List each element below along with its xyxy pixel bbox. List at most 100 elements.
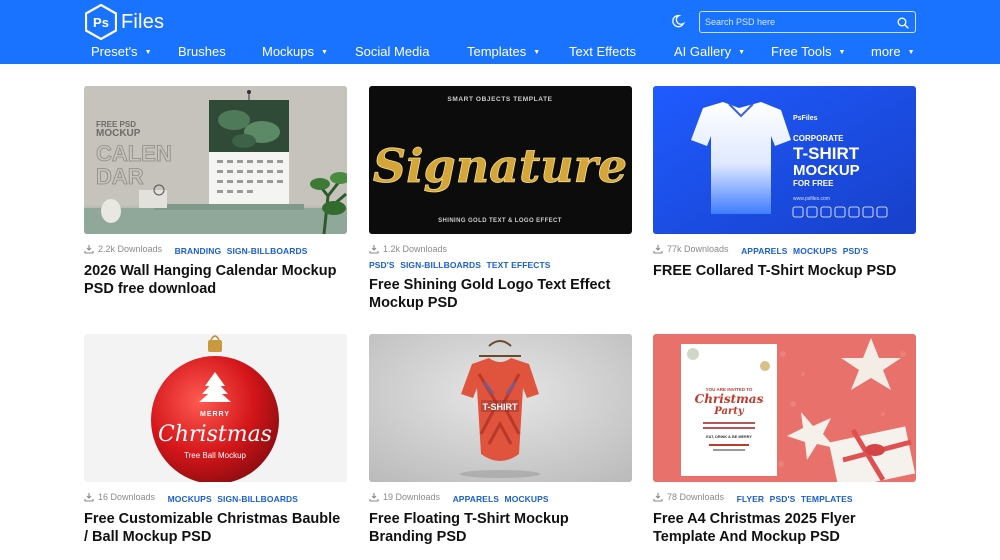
tag-link[interactable]: PSD'S	[770, 494, 796, 504]
tag-link[interactable]: MOCKUPS	[505, 494, 549, 504]
post-meta: 78 Downloads FLYER PSD'S TEMPLATES	[653, 490, 916, 506]
tag-link[interactable]: MOCKUPS	[793, 246, 837, 256]
chevron-down-icon: ▼	[838, 48, 846, 56]
site-header: Ps Files Preset's ▼ Brushes Mockups ▼ Soci…	[0, 0, 1000, 64]
tag-link[interactable]: PSD'S	[369, 260, 395, 270]
download-icon	[653, 245, 663, 254]
nav-item-label: AI Gallery	[674, 44, 732, 59]
thumb-text: Tree Ball Mockup	[184, 451, 247, 460]
thumb-text: EAT, DRINK & BE MERRY	[706, 435, 752, 439]
thumb-text: CALEN	[96, 141, 172, 166]
download-count: 78 Downloads	[653, 490, 724, 504]
thumb-text: SHINING GOLD TEXT & LOGO EFFECT	[438, 218, 562, 224]
thumb-text: T-SHIRT	[483, 402, 519, 412]
post-title[interactable]: Free Customizable Christmas Bauble / Bal…	[84, 510, 347, 546]
download-icon	[653, 493, 663, 502]
thumb-text: FOR FREE	[793, 179, 834, 188]
nav-item-label: Free Tools	[771, 44, 832, 59]
thumb-text: Signature	[373, 139, 627, 193]
post-meta: 19 Downloads APPARELS MOCKUPS	[369, 490, 632, 506]
post-title[interactable]: Free A4 Christmas 2025 Flyer Template An…	[653, 510, 916, 546]
moon-icon[interactable]	[671, 14, 686, 28]
download-icon	[369, 245, 379, 254]
nav-item-social-media[interactable]: Social Media	[355, 44, 429, 59]
post-title[interactable]: FREE Collared T-Shirt Mockup PSD	[653, 262, 916, 280]
chevron-down-icon: ▼	[144, 48, 152, 56]
thumb-text: DAR	[96, 164, 144, 189]
nav-item-label: Social Media	[355, 44, 430, 59]
download-icon	[84, 245, 94, 254]
download-count-text: 1.2k Downloads	[383, 244, 448, 254]
nav-item-label: more	[871, 44, 901, 59]
post-meta: 1.2k Downloads PSD'S SIGN-BILLBOARDS TEX…	[369, 242, 632, 272]
post-title[interactable]: Free Floating T-Shirt Mockup Branding PS…	[369, 510, 632, 546]
post-thumbnail[interactable]: FREE PSD MOCKUP CALEN DAR	[84, 86, 347, 234]
download-count: 77k Downloads	[653, 242, 729, 256]
download-count-text: 78 Downloads	[667, 492, 725, 502]
chevron-down-icon: ▼	[321, 48, 328, 56]
tag-link[interactable]: BRANDING	[175, 246, 222, 256]
thumb-text: PsFiles	[793, 115, 818, 122]
thumb-text: Christmas	[695, 392, 764, 406]
nav-item-presets[interactable]: Preset's ▼	[91, 44, 152, 59]
search-box	[699, 11, 916, 33]
thumb-text: MOCKUP	[793, 162, 860, 179]
tag-link[interactable]: FLYER	[737, 494, 765, 504]
tag-link[interactable]: APPARELS	[741, 246, 787, 256]
thumb-text: MERRY	[200, 411, 230, 418]
nav-item-label: Text Effects	[569, 44, 636, 59]
thumb-text: www.psfiles.com	[793, 196, 830, 202]
nav-item-brushes[interactable]: Brushes	[178, 44, 226, 59]
post-meta: 77k Downloads APPARELS MOCKUPS PSD'S	[653, 242, 916, 258]
tag-link[interactable]: MOCKUPS	[168, 494, 212, 504]
nav-item-text-effects[interactable]: Text Effects	[569, 44, 636, 59]
download-count-text: 77k Downloads	[667, 244, 729, 254]
thumb-text: Party	[713, 406, 745, 417]
post-thumbnail[interactable]: PsFiles CORPORATE T-SHIRT MOCKUP FOR FRE…	[653, 86, 916, 234]
tag-link[interactable]: TEXT EFFECTS	[487, 260, 551, 270]
nav-item-label: Brushes	[178, 44, 226, 59]
post-thumbnail[interactable]: SMART OBJECTS TEMPLATE Signature SHINING…	[369, 86, 632, 234]
download-count: 1.2k Downloads	[369, 242, 447, 256]
post-title[interactable]: Free Shining Gold Logo Text Effect Mocku…	[369, 276, 632, 312]
thumb-text: Christmas	[158, 422, 272, 447]
thumb-text: T-SHIRT	[793, 144, 860, 163]
download-count-text: 19 Downloads	[383, 492, 441, 502]
post-meta: 16 Downloads MOCKUPS SIGN-BILLBOARDS	[84, 490, 347, 506]
post-thumbnail[interactable]: MERRY Christmas Tree Ball Mockup	[84, 334, 347, 482]
download-icon	[84, 493, 94, 502]
post-meta: 2.2k Downloads BRANDING SIGN-BILLBOARDS	[84, 242, 347, 258]
download-count: 16 Downloads	[84, 490, 155, 504]
post-thumbnail[interactable]: YOU ARE INVITED TO Christmas Party EAT, …	[653, 334, 916, 482]
nav-item-label: Preset's	[91, 44, 138, 59]
logo-text: Files	[121, 10, 165, 33]
download-icon	[369, 493, 379, 502]
thumb-text: MOCKUP	[96, 128, 141, 139]
post-title[interactable]: 2026 Wall Hanging Calendar Mockup PSD fr…	[84, 262, 347, 298]
download-count: 2.2k Downloads	[84, 242, 162, 256]
post-thumbnail[interactable]: T-SHIRT	[369, 334, 632, 482]
nav-item-more[interactable]: more ▼	[871, 44, 915, 59]
tag-link[interactable]: SIGN-BILLBOARDS	[217, 494, 298, 504]
search-icon[interactable]	[897, 16, 909, 29]
tag-link[interactable]: PSD'S	[843, 246, 869, 256]
nav-item-mockups[interactable]: Mockups ▼	[262, 44, 328, 59]
nav-item-ai-gallery[interactable]: AI Gallery ▼	[674, 44, 745, 59]
tag-link[interactable]: SIGN-BILLBOARDS	[400, 260, 481, 270]
chevron-down-icon: ▼	[907, 48, 915, 56]
logo-mark-text: Ps	[93, 15, 109, 30]
chevron-down-icon: ▼	[738, 48, 746, 56]
tag-link[interactable]: APPARELS	[453, 494, 499, 504]
tag-link[interactable]: TEMPLATES	[801, 494, 853, 504]
nav-item-label: Mockups	[262, 44, 315, 59]
tag-link[interactable]: SIGN-BILLBOARDS	[227, 246, 308, 256]
nav-item-templates[interactable]: Templates ▼	[467, 44, 540, 59]
download-count-text: 2.2k Downloads	[98, 244, 163, 254]
download-count-text: 16 Downloads	[98, 492, 156, 502]
chevron-down-icon: ▼	[533, 48, 541, 56]
nav-item-free-tools[interactable]: Free Tools ▼	[771, 44, 845, 59]
logo-mark: Ps	[85, 4, 117, 40]
site-logo[interactable]: Ps Files	[85, 4, 164, 40]
nav-item-label: Templates	[467, 44, 527, 59]
search-input[interactable]	[700, 12, 890, 32]
